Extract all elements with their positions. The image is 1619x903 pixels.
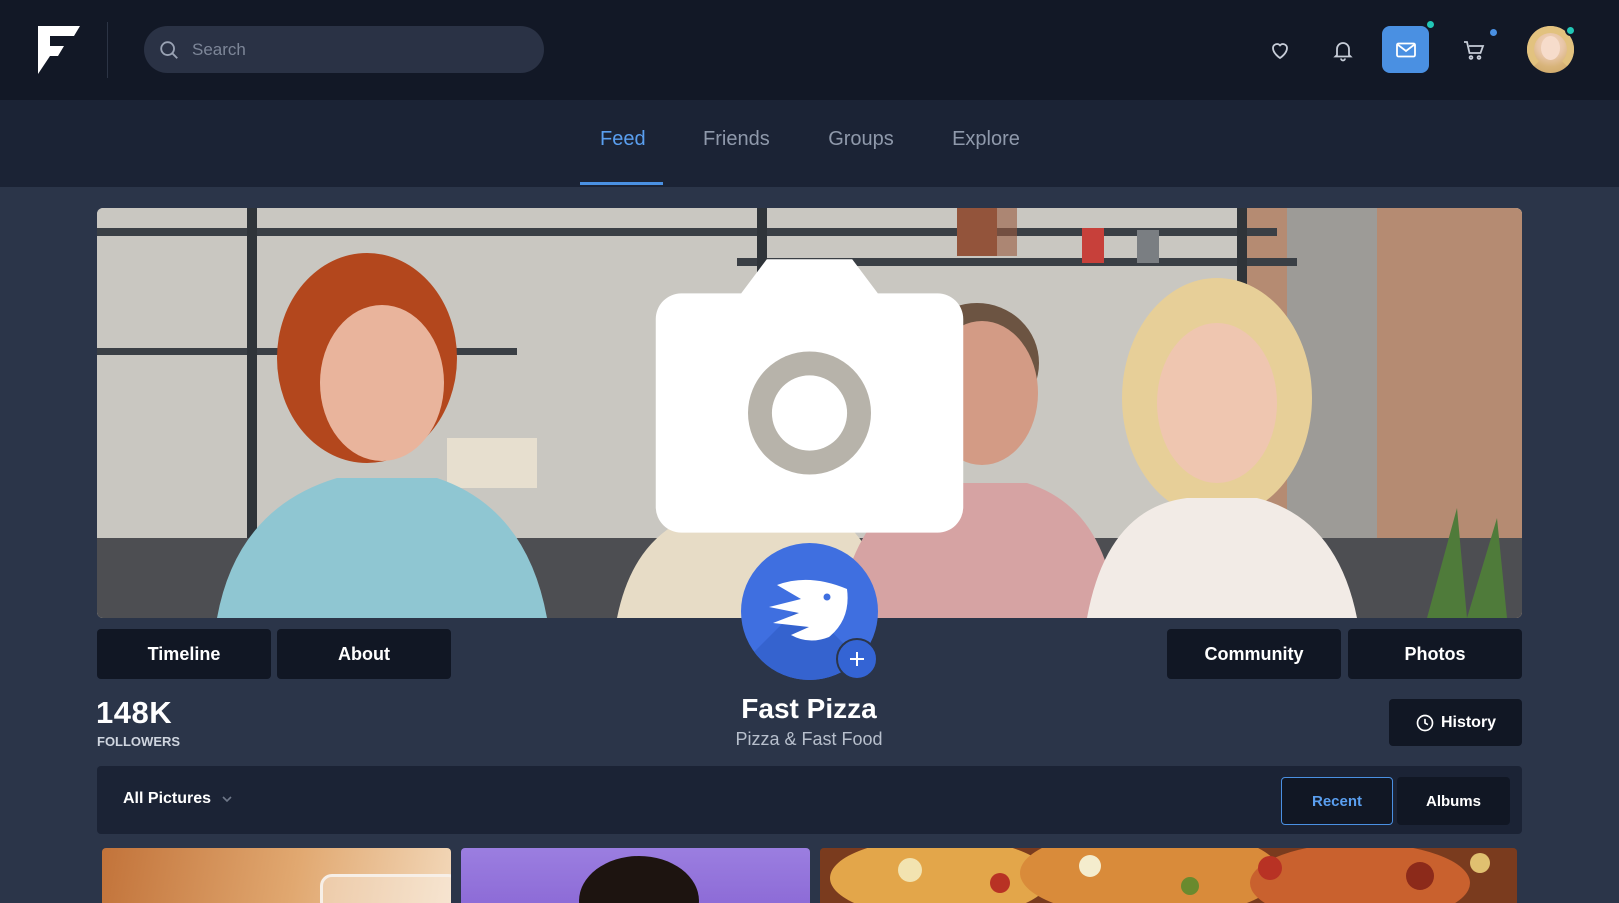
brand-logo-icon[interactable] — [38, 26, 80, 74]
mail-icon — [1395, 42, 1416, 57]
photos-button[interactable]: Photos — [1348, 629, 1522, 679]
history-button[interactable]: History — [1389, 699, 1522, 746]
user-avatar[interactable] — [1527, 25, 1576, 73]
followers-count: 148K — [96, 695, 173, 730]
tab-explore[interactable]: Explore — [952, 128, 1020, 187]
tab-groups[interactable]: Groups — [828, 128, 894, 187]
online-status-dot — [1565, 25, 1576, 36]
favorites-button[interactable] — [1258, 28, 1302, 72]
gallery-filter-bar: All Pictures Recent Albums — [97, 766, 1522, 834]
notifications-button[interactable] — [1321, 28, 1365, 72]
chevron-down-icon — [222, 796, 232, 803]
albums-button[interactable]: Albums — [1397, 777, 1510, 825]
bell-icon — [1333, 42, 1353, 62]
photo-content — [579, 856, 699, 903]
messages-button[interactable] — [1382, 19, 1436, 73]
search-bar[interactable] — [144, 26, 544, 73]
cart-icon — [1464, 41, 1485, 60]
cart-button[interactable] — [1452, 27, 1499, 72]
timeline-button[interactable]: Timeline — [97, 629, 271, 679]
top-bar — [0, 0, 1619, 100]
pizza-photo-image — [820, 848, 1517, 903]
mail-notification-dot — [1425, 19, 1436, 30]
tab-friends[interactable]: Friends — [703, 128, 770, 187]
followers-label: FOLLOWERS — [97, 734, 181, 749]
pictures-filter-label: All Pictures — [123, 790, 212, 807]
photo-content — [320, 874, 451, 903]
add-avatar-button[interactable] — [836, 638, 878, 680]
active-tab-indicator — [580, 182, 663, 185]
community-button[interactable]: Community — [1167, 629, 1341, 679]
clock-icon — [1416, 714, 1434, 731]
main-navigation: Feed Friends Groups Explore — [0, 100, 1619, 187]
about-button[interactable]: About — [277, 629, 451, 679]
page-category: Pizza & Fast Food — [735, 729, 883, 749]
search-input[interactable] — [192, 26, 532, 73]
bird-logo-icon — [769, 579, 848, 641]
page-name: Fast Pizza — [741, 693, 877, 724]
gallery-photo[interactable] — [820, 848, 1517, 903]
cart-notification-dot — [1488, 27, 1499, 38]
gallery-photo[interactable] — [102, 848, 451, 903]
gallery-photo[interactable] — [461, 848, 810, 903]
pictures-filter-dropdown[interactable]: All Pictures — [123, 790, 233, 808]
header-divider — [107, 22, 108, 78]
tab-feed[interactable]: Feed — [600, 128, 646, 187]
plus-icon — [850, 652, 864, 666]
recent-button[interactable]: Recent — [1281, 777, 1393, 825]
heart-icon — [1272, 43, 1288, 60]
search-icon — [160, 41, 178, 59]
history-button-label: History — [1440, 713, 1497, 731]
